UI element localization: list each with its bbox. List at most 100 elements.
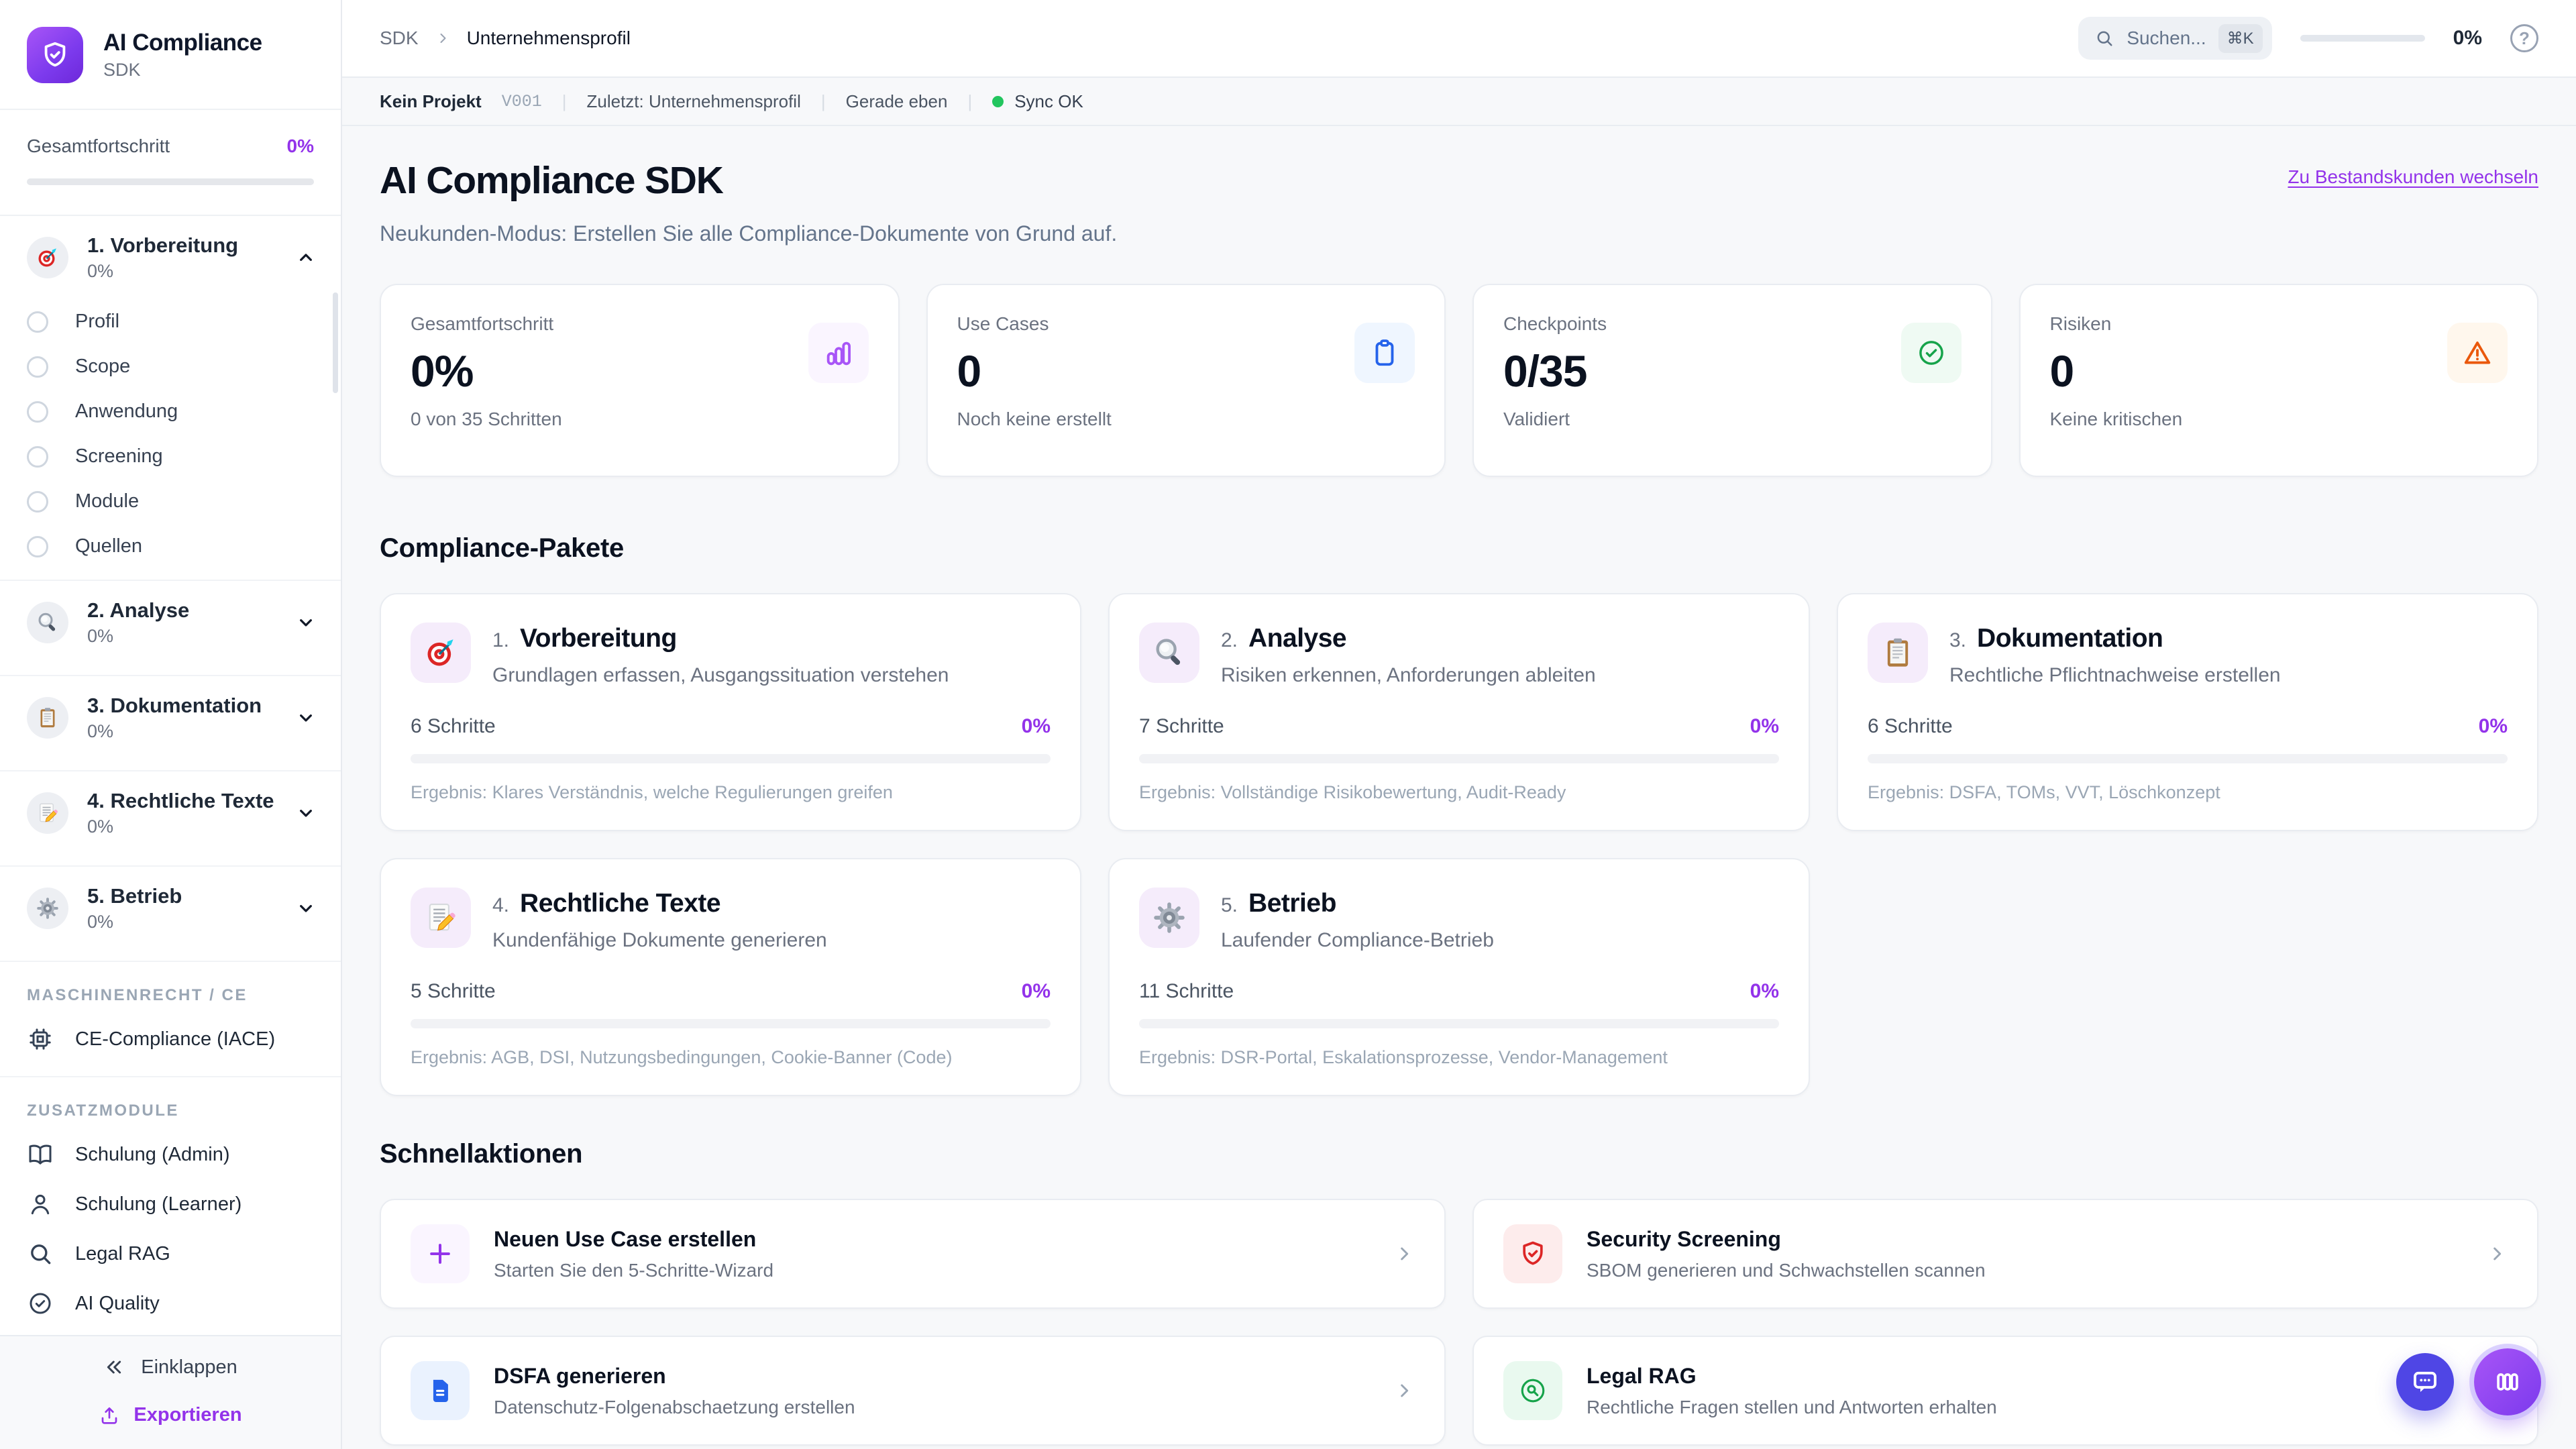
phase-name: 3. Dokumentation — [87, 694, 262, 717]
sidebar-module-item[interactable]: CE-Compliance (IACE) — [0, 1014, 341, 1064]
package-card[interactable]: 1. Vorbereitung Grundlagen erfassen, Aus… — [380, 593, 1081, 831]
package-progress-track — [1139, 754, 1779, 763]
chevron-down-icon[interactable] — [295, 707, 317, 729]
chevron-right-icon — [435, 30, 451, 46]
package-result: Ergebnis: Klares Verständnis, welche Reg… — [411, 782, 893, 802]
last-edited: Zuletzt: Unternehmensprofil — [586, 91, 801, 111]
phase-percent: 0% — [87, 721, 114, 741]
sidebar-phase-item[interactable]: 5. Betrieb 0% — [0, 867, 341, 950]
module-label: Schulung (Admin) — [75, 1143, 230, 1165]
sidebar-phase-group: 2. Analyse 0% — [0, 581, 341, 676]
module-label: Schulung (Learner) — [75, 1193, 242, 1215]
stat-value: 0 — [957, 346, 982, 396]
quick-action-card[interactable]: Legal RAG Rechtliche Fragen stellen und … — [1472, 1336, 2538, 1446]
sidebar-step-item[interactable]: Scope — [0, 344, 341, 389]
step-label: Quellen — [75, 535, 142, 557]
sidebar-step-item[interactable]: Quellen — [0, 524, 341, 569]
package-percent: 0% — [1750, 715, 1779, 737]
phase-percent: 0% — [87, 816, 114, 837]
sidebar: AI Compliance SDK Gesamtfortschritt 0% 1… — [0, 0, 342, 1449]
clipboard-outline-icon — [1354, 323, 1415, 383]
step-status-circle — [27, 490, 48, 513]
sidebar-step-item[interactable]: Profil — [0, 299, 341, 344]
package-description: Kundenfähige Dokumente generieren — [492, 929, 827, 951]
chevron-up-icon[interactable] — [295, 247, 317, 268]
quick-action-description: Rechtliche Fragen stellen und Antworten … — [1587, 1396, 1997, 1417]
sidebar-module-item[interactable]: AI Quality — [0, 1279, 341, 1328]
quick-action-card[interactable]: DSFA generieren Datenschutz-Folgenabscha… — [380, 1336, 1446, 1446]
package-card[interactable]: 4. Rechtliche Texte Kundenfähige Dokumen… — [380, 858, 1081, 1096]
package-cards: 1. Vorbereitung Grundlagen erfassen, Aus… — [380, 593, 2538, 1096]
package-card[interactable]: 3. Dokumentation Rechtliche Pflichtnachw… — [1837, 593, 2538, 831]
sidebar-step-item[interactable]: Module — [0, 479, 341, 524]
sidebar-section-label: ZUSATZMODULE — [27, 1102, 179, 1120]
page-subtitle: Neukunden-Modus: Erstellen Sie alle Comp… — [380, 221, 1118, 246]
sync-status: Sync OK — [992, 91, 1083, 112]
search-input[interactable]: Suchen... ⌘K — [2078, 17, 2272, 60]
package-steps: 6 Schritte — [411, 715, 496, 737]
phase-subitems — [0, 855, 341, 865]
quick-action-card[interactable]: Security Screening SBOM generieren und S… — [1472, 1199, 2538, 1309]
phase-name: 2. Analyse — [87, 598, 190, 622]
sidebar-phase-item[interactable]: 4. Rechtliche Texte 0% — [0, 771, 341, 855]
stat-label: Use Cases — [957, 313, 1049, 334]
package-card[interactable]: 2. Analyse Risiken erkennen, Anforderung… — [1108, 593, 1810, 831]
chevron-down-icon[interactable] — [295, 612, 317, 633]
phase-subitems — [0, 950, 341, 961]
chevron-down-icon[interactable] — [295, 898, 317, 919]
alert-triangle-icon — [2447, 323, 2508, 383]
sidebar-sections: MASCHINENRECHT / CE CE-Compliance (IACE)… — [0, 962, 341, 1340]
sidebar-step-item[interactable]: Anwendung — [0, 389, 341, 434]
package-title: Dokumentation — [1977, 624, 2163, 653]
sidebar-footer: Einklappen Exportieren — [0, 1334, 341, 1449]
divider: | — [967, 91, 973, 111]
search-icon — [2094, 28, 2114, 48]
stat-value: 0/35 — [1503, 346, 1587, 396]
package-steps: 6 Schritte — [1868, 715, 1953, 737]
sidebar-phase-item[interactable]: 1. Vorbereitung 0% — [0, 216, 341, 299]
switch-customers-link[interactable]: Zu Bestandskunden wechseln — [2288, 166, 2538, 188]
sidebar-module-item[interactable]: Schulung (Admin) — [0, 1130, 341, 1179]
sidebar-module-item[interactable]: Schulung (Learner) — [0, 1179, 341, 1229]
export-button[interactable]: Exportieren — [0, 1404, 341, 1426]
package-card[interactable]: 5. Betrieb Laufender Compliance-Betrieb … — [1108, 858, 1810, 1096]
quick-action-description: Datenschutz-Folgenabschaetzung erstellen — [494, 1396, 855, 1417]
export-label: Exportieren — [133, 1404, 242, 1426]
collapse-sidebar-button[interactable]: Einklappen — [103, 1356, 237, 1379]
quick-action-card[interactable]: Neuen Use Case erstellen Starten Sie den… — [380, 1199, 1446, 1309]
cols-fab[interactable] — [2474, 1348, 2541, 1415]
package-progress-track — [1868, 754, 2508, 763]
shield-check-icon — [40, 40, 70, 70]
package-steps: 11 Schritte — [1139, 980, 1234, 1002]
app-title: AI Compliance — [103, 30, 262, 56]
sidebar-module-item[interactable]: Legal RAG — [0, 1229, 341, 1279]
stat-value: 0% — [411, 346, 474, 396]
chevron-right-icon — [2486, 1243, 2508, 1265]
module-label: AI Quality — [75, 1292, 160, 1314]
step-status-circle — [27, 535, 48, 557]
search-circle-icon — [1503, 1361, 1562, 1420]
chevron-down-icon[interactable] — [295, 802, 317, 824]
sidebar-phase-item[interactable]: 2. Analyse 0% — [0, 581, 341, 664]
columns-icon — [2493, 1367, 2522, 1397]
phase-name: 4. Rechtliche Texte — [87, 789, 274, 812]
stat-label: Checkpoints — [1503, 313, 1607, 334]
quick-action-title: DSFA generieren — [494, 1363, 666, 1388]
package-number: 4. — [492, 894, 510, 916]
memo-icon — [27, 792, 68, 834]
sidebar-nav: 1. Vorbereitung 0% Profil Scope Anwendun… — [0, 216, 341, 962]
chat-fab[interactable] — [2396, 1353, 2454, 1411]
sidebar-scrollbar[interactable] — [333, 292, 338, 393]
sidebar-step-item[interactable]: Screening — [0, 434, 341, 479]
stat-card: Use Cases 0 Noch keine erstellt — [926, 284, 1446, 477]
stat-subtext: Validiert — [1503, 409, 1570, 429]
phase-name: 5. Betrieb — [87, 884, 182, 908]
breadcrumb-sdk[interactable]: SDK — [380, 28, 419, 49]
sidebar-phase-item[interactable]: 3. Dokumentation 0% — [0, 676, 341, 759]
book-icon — [27, 1141, 54, 1168]
chat-icon — [2410, 1367, 2440, 1397]
help-icon[interactable] — [2510, 24, 2538, 52]
phase-subitems — [0, 759, 341, 770]
stat-cards: Gesamtfortschritt 0% 0 von 35 Schritten … — [380, 284, 2538, 477]
quick-actions-heading: Schnellaktionen — [380, 1139, 583, 1169]
